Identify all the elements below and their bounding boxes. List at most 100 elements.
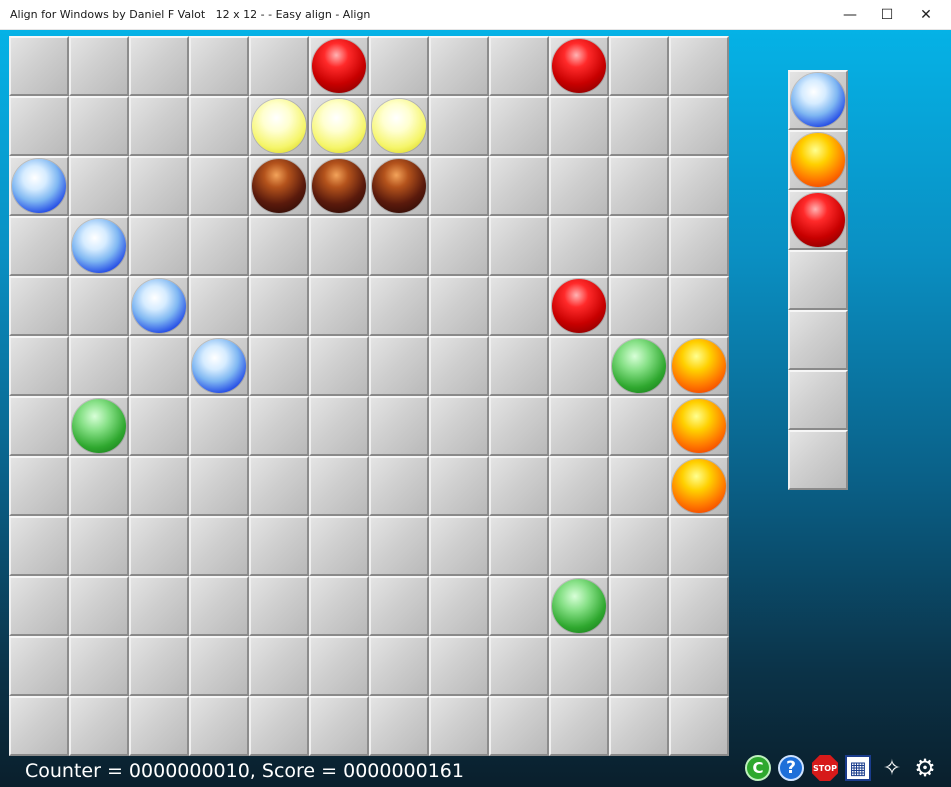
- board-cell[interactable]: [309, 216, 369, 276]
- board-cell[interactable]: [249, 336, 309, 396]
- board-cell[interactable]: [369, 216, 429, 276]
- board-cell[interactable]: [369, 636, 429, 696]
- board-cell[interactable]: [69, 576, 129, 636]
- blue-ball[interactable]: [12, 159, 66, 213]
- board-cell[interactable]: [69, 696, 129, 756]
- board-cell[interactable]: [69, 336, 129, 396]
- board-cell[interactable]: [489, 456, 549, 516]
- board-cell[interactable]: [549, 516, 609, 576]
- board-cell[interactable]: [549, 96, 609, 156]
- board-cell[interactable]: [669, 636, 729, 696]
- board-cell[interactable]: [669, 516, 729, 576]
- board-cell[interactable]: [369, 696, 429, 756]
- orange-ball[interactable]: [672, 399, 726, 453]
- board-cell[interactable]: [609, 156, 669, 216]
- board-cell[interactable]: [429, 576, 489, 636]
- board-cell[interactable]: [309, 456, 369, 516]
- brown-ball[interactable]: [372, 159, 426, 213]
- board-cell[interactable]: [429, 336, 489, 396]
- board-cell[interactable]: [489, 636, 549, 696]
- board-cell[interactable]: [9, 216, 69, 276]
- board-cell[interactable]: [69, 216, 129, 276]
- board-cell[interactable]: [189, 516, 249, 576]
- board-cell[interactable]: [609, 96, 669, 156]
- board-cell[interactable]: [69, 156, 129, 216]
- board-cell[interactable]: [489, 696, 549, 756]
- board-cell[interactable]: [189, 456, 249, 516]
- board-cell[interactable]: [249, 276, 309, 336]
- game-board[interactable]: [9, 36, 729, 756]
- board-cell[interactable]: [549, 576, 609, 636]
- board-cell[interactable]: [189, 576, 249, 636]
- board-cell[interactable]: [189, 636, 249, 696]
- board-cell[interactable]: [609, 696, 669, 756]
- board-cell[interactable]: [489, 576, 549, 636]
- board-cell[interactable]: [9, 456, 69, 516]
- board-cell[interactable]: [549, 456, 609, 516]
- board-cell[interactable]: [309, 336, 369, 396]
- board-cell[interactable]: [369, 516, 429, 576]
- board-cell[interactable]: [189, 36, 249, 96]
- board-cell[interactable]: [9, 636, 69, 696]
- board-cell[interactable]: [69, 456, 129, 516]
- board-cell[interactable]: [669, 216, 729, 276]
- board-cell[interactable]: [129, 456, 189, 516]
- board-cell[interactable]: [129, 96, 189, 156]
- board-cell[interactable]: [609, 636, 669, 696]
- board-cell[interactable]: [429, 456, 489, 516]
- orange-ball[interactable]: [672, 339, 726, 393]
- board-cell[interactable]: [9, 516, 69, 576]
- board-cell[interactable]: [189, 96, 249, 156]
- board-cell[interactable]: [489, 396, 549, 456]
- board-cell[interactable]: [549, 276, 609, 336]
- board-cell[interactable]: [609, 456, 669, 516]
- board-cell[interactable]: [249, 456, 309, 516]
- board-cell[interactable]: [609, 276, 669, 336]
- board-cell[interactable]: [609, 396, 669, 456]
- board-cell[interactable]: [9, 696, 69, 756]
- yellow-ball[interactable]: [312, 99, 366, 153]
- board-cell[interactable]: [249, 36, 309, 96]
- board-cell[interactable]: [129, 276, 189, 336]
- board-cell[interactable]: [489, 96, 549, 156]
- board-cell[interactable]: [429, 696, 489, 756]
- board-cell[interactable]: [189, 336, 249, 396]
- board-cell[interactable]: [69, 36, 129, 96]
- board-cell[interactable]: [249, 96, 309, 156]
- board-cell[interactable]: [69, 516, 129, 576]
- board-cell[interactable]: [429, 156, 489, 216]
- board-cell[interactable]: [309, 156, 369, 216]
- board-cell[interactable]: [549, 336, 609, 396]
- board-cell[interactable]: [549, 396, 609, 456]
- red-ball[interactable]: [552, 39, 606, 93]
- board-cell[interactable]: [9, 96, 69, 156]
- blue-ball[interactable]: [132, 279, 186, 333]
- board-cell[interactable]: [9, 336, 69, 396]
- board-cell[interactable]: [189, 276, 249, 336]
- green-ball[interactable]: [72, 399, 126, 453]
- board-cell[interactable]: [9, 276, 69, 336]
- board-cell[interactable]: [549, 36, 609, 96]
- blue-ball[interactable]: [192, 339, 246, 393]
- board-cell[interactable]: [549, 636, 609, 696]
- board-cell[interactable]: [9, 36, 69, 96]
- board-cell[interactable]: [189, 696, 249, 756]
- board-cell[interactable]: [9, 576, 69, 636]
- green-ball[interactable]: [612, 339, 666, 393]
- yellow-ball[interactable]: [372, 99, 426, 153]
- board-cell[interactable]: [429, 216, 489, 276]
- board-cell[interactable]: [249, 516, 309, 576]
- board-cell[interactable]: [249, 156, 309, 216]
- board-cell[interactable]: [9, 156, 69, 216]
- board-cell[interactable]: [129, 156, 189, 216]
- board-cell[interactable]: [369, 156, 429, 216]
- gear-icon[interactable]: ⚙: [912, 754, 938, 782]
- blue-ball[interactable]: [72, 219, 126, 273]
- red-ball[interactable]: [312, 39, 366, 93]
- board-cell[interactable]: [549, 216, 609, 276]
- stop-icon[interactable]: STOP: [812, 755, 838, 781]
- brown-ball[interactable]: [312, 159, 366, 213]
- red-ball[interactable]: [552, 279, 606, 333]
- board-cell[interactable]: [369, 576, 429, 636]
- tag-icon[interactable]: ✧: [879, 755, 905, 781]
